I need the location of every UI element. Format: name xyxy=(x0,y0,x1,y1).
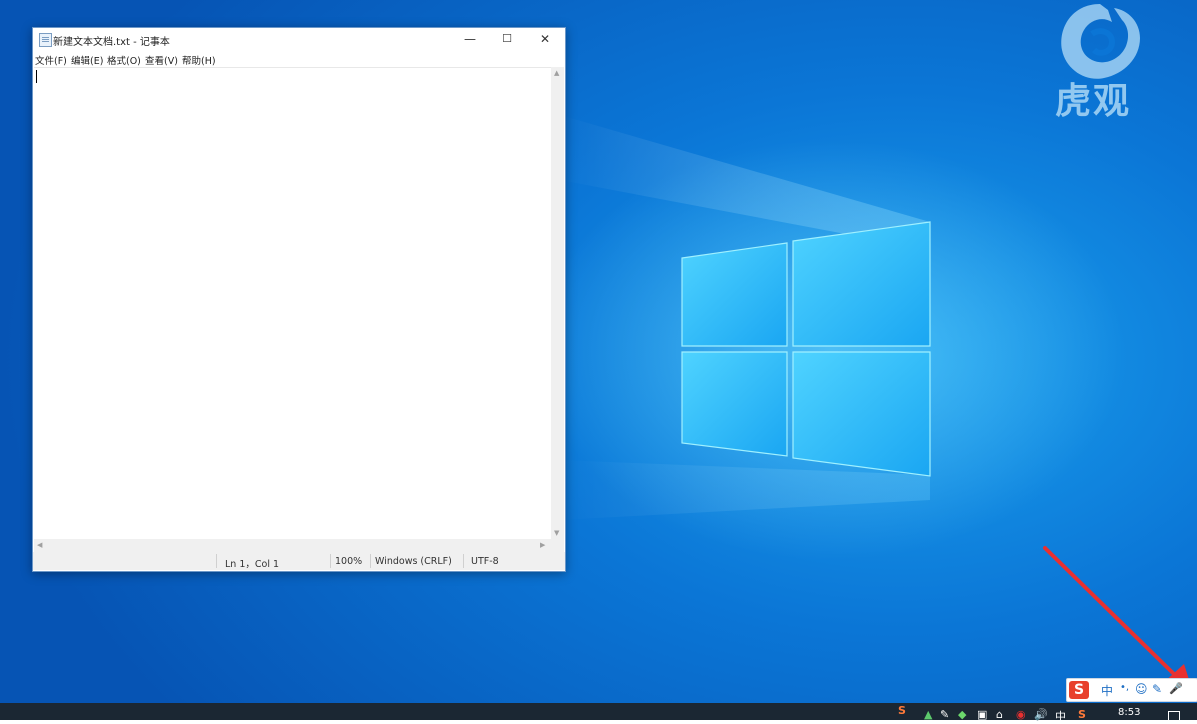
status-divider xyxy=(463,554,464,568)
notepad-window[interactable]: 新建文本文档.txt - 记事本 — ☐ ✕ 文件(F) 编辑(E) 格式(O)… xyxy=(32,27,566,572)
scrollbar-corner xyxy=(551,539,564,552)
text-caret xyxy=(36,70,37,83)
scroll-down-arrow-icon[interactable]: ▼ xyxy=(554,529,559,537)
tray-app-icon[interactable]: ▣ xyxy=(977,708,987,721)
line-ending: Windows (CRLF) xyxy=(375,556,452,567)
sogou-ime-tray-icon[interactable]: S xyxy=(1078,708,1086,721)
status-divider xyxy=(330,554,331,568)
title-bar[interactable]: 新建文本文档.txt - 记事本 — ☐ ✕ xyxy=(33,28,565,50)
window-title: 新建文本文档.txt - 记事本 xyxy=(53,37,170,48)
menu-view[interactable]: 查看(V) xyxy=(145,53,178,67)
tray-network-icon[interactable]: ⌂ xyxy=(996,708,1003,721)
tray-arrow-icon[interactable]: ▲ xyxy=(924,708,932,721)
scroll-right-arrow-icon[interactable]: ▶ xyxy=(540,541,545,549)
menu-format[interactable]: 格式(O) xyxy=(107,53,141,67)
minimize-button[interactable]: — xyxy=(451,28,489,50)
maximize-button[interactable]: ☐ xyxy=(488,28,526,50)
watermark-text: 虎观 xyxy=(1055,81,1132,122)
ime-emoji-icon[interactable]: ☺ xyxy=(1135,682,1148,696)
menu-bar: 文件(F) 编辑(E) 格式(O) 查看(V) 帮助(H) xyxy=(33,50,565,67)
tray-pen-icon[interactable]: ✎ xyxy=(940,708,949,721)
tray-record-icon[interactable]: ◉ xyxy=(1016,708,1026,721)
status-divider xyxy=(370,554,371,568)
menu-edit[interactable]: 编辑(E) xyxy=(71,53,103,67)
ime-microphone-icon[interactable]: 🎤 xyxy=(1169,682,1183,695)
sogou-logo-icon[interactable]: S xyxy=(1069,681,1089,699)
text-editor-area[interactable] xyxy=(34,67,551,540)
tray-security-icon[interactable]: ◆ xyxy=(958,708,966,721)
vertical-scrollbar[interactable]: ▲ ▼ xyxy=(551,67,564,539)
status-divider xyxy=(216,554,217,568)
input-language-indicator[interactable]: 中 xyxy=(1055,708,1066,724)
ime-toolbar[interactable]: S 中 •, ☺ ✎ 🎤 xyxy=(1066,678,1197,702)
notepad-app-icon xyxy=(39,33,52,47)
ime-chinese-mode[interactable]: 中 xyxy=(1101,682,1113,699)
taskbar: S ▲ ✎ ◆ ▣ ⌂ ◉ 🔊 中 S 8:53 xyxy=(0,703,1197,723)
sogou-tray-icon[interactable]: S xyxy=(898,704,906,717)
cursor-position: Ln 1，Col 1 xyxy=(225,559,280,570)
scroll-left-arrow-icon[interactable]: ◀ xyxy=(37,541,42,549)
menu-help[interactable]: 帮助(H) xyxy=(182,53,216,67)
ime-punctuation-icon[interactable]: •, xyxy=(1120,682,1129,693)
volume-icon[interactable]: 🔊 xyxy=(1034,708,1048,721)
status-bar: Ln 1，Col 1 100% Windows (CRLF) UTF-8 xyxy=(33,552,565,570)
menu-file[interactable]: 文件(F) xyxy=(35,53,67,67)
system-clock[interactable]: 8:53 xyxy=(1118,707,1140,718)
encoding: UTF-8 xyxy=(471,556,499,567)
ime-pen-icon[interactable]: ✎ xyxy=(1152,682,1162,696)
zoom-level: 100% xyxy=(335,556,363,567)
close-button[interactable]: ✕ xyxy=(526,28,564,50)
horizontal-scrollbar[interactable]: ◀ ▶ xyxy=(34,539,551,552)
scroll-up-arrow-icon[interactable]: ▲ xyxy=(554,69,559,77)
